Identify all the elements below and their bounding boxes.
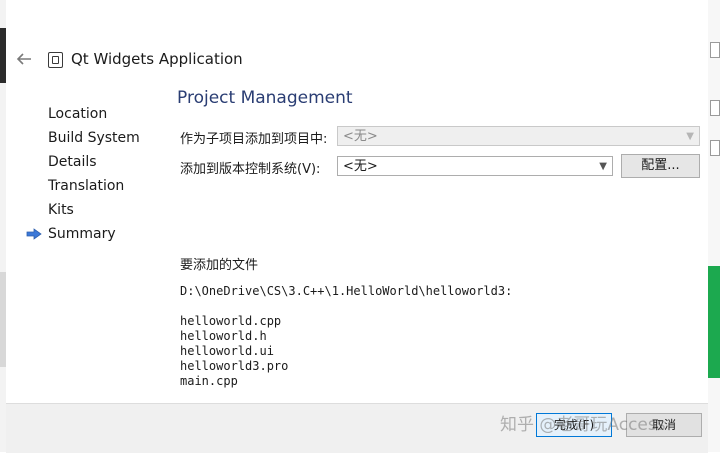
wizard-steps-nav: Location Build System Details Translatio… [6, 102, 166, 246]
finish-button[interactable]: 完成(F) [536, 413, 612, 437]
background-button [710, 140, 720, 156]
step-summary: Summary [6, 222, 166, 246]
subproject-value: <无> [343, 129, 378, 144]
files-to-add-label: 要添加的文件 [180, 258, 259, 273]
files-directory-path: D:\OneDrive\CS\3.C++\1.HelloWorld\hellow… [180, 284, 513, 298]
wizard-title: Qt Widgets Application [71, 50, 243, 68]
step-location: Location [6, 102, 166, 126]
chevron-down-icon: ▼ [599, 161, 607, 172]
back-arrow-icon [16, 53, 31, 65]
step-label: Location [48, 106, 108, 122]
file-list-item: helloworld3.pro [180, 359, 289, 373]
file-list-item: main.cpp [180, 374, 238, 388]
background-button [710, 100, 720, 116]
background-green-panel [708, 266, 720, 378]
page-title: Project Management [177, 88, 353, 108]
step-build-system: Build System [6, 126, 166, 150]
step-label: Kits [48, 202, 74, 218]
background-window-right-edge [707, 0, 720, 452]
file-list-item: helloworld.h [180, 329, 267, 343]
step-details: Details [6, 150, 166, 174]
vcs-label: 添加到版本控制系统(V): [180, 162, 321, 177]
qt-application-icon [48, 52, 63, 68]
step-kits: Kits [6, 198, 166, 222]
configure-button[interactable]: 配置... [621, 154, 700, 178]
wizard-footer: 完成(F) 取消 [6, 403, 708, 453]
subproject-combobox: <无> ▼ [337, 126, 700, 146]
subproject-label: 作为子项目添加到项目中: [180, 132, 328, 147]
vcs-combobox[interactable]: <无> ▼ [337, 156, 613, 176]
file-list-item: helloworld.ui [180, 344, 274, 358]
file-list-item: helloworld.cpp [180, 314, 282, 328]
step-label: Translation [48, 178, 125, 194]
step-label: Summary [48, 226, 116, 242]
title-bar[interactable] [6, 0, 708, 28]
new-project-wizard-dialog: Qt Widgets Application Location Build Sy… [6, 0, 708, 453]
vcs-value: <无> [343, 159, 378, 174]
current-step-arrow-icon [26, 228, 42, 240]
step-translation: Translation [6, 174, 166, 198]
background-button [710, 42, 720, 58]
cancel-button[interactable]: 取消 [626, 413, 702, 437]
chevron-down-icon: ▼ [686, 131, 694, 142]
wizard-header: Qt Widgets Application [6, 40, 708, 80]
step-label: Build System [48, 130, 140, 146]
step-label: Details [48, 154, 97, 170]
back-button[interactable] [15, 50, 33, 68]
